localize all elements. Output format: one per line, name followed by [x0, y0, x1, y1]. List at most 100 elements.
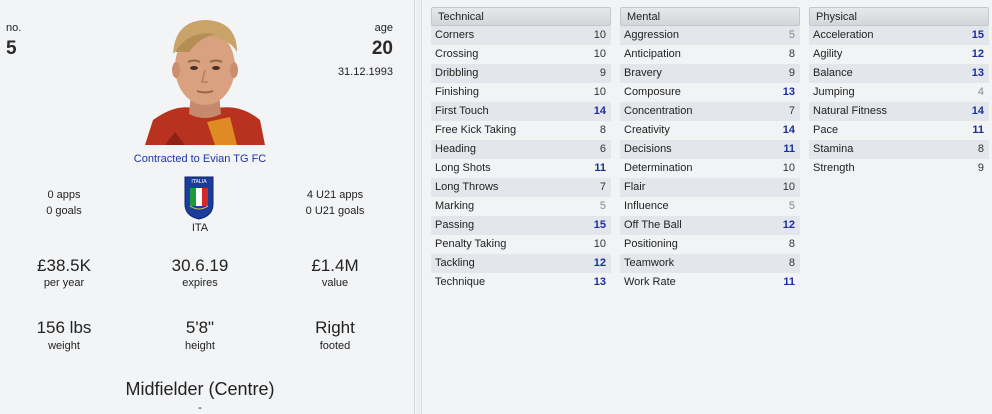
number-label: no. — [6, 22, 22, 34]
attribute-value: 8 — [788, 238, 795, 250]
attribute-value: 10 — [593, 48, 606, 60]
attribute-name: Aggression — [624, 29, 680, 41]
attribute-row: Technique 13 — [431, 273, 611, 292]
attribute-value: 8 — [599, 124, 606, 136]
attribute-name: First Touch — [435, 105, 489, 117]
number-value: 5 — [6, 38, 17, 59]
wage-label: per year — [43, 277, 85, 289]
height-label: height — [185, 340, 215, 352]
footed-label: footed — [319, 340, 351, 352]
expires-value: 30.6.19 — [171, 256, 229, 275]
attribute-row: Dribbling 9 — [431, 64, 611, 83]
attribute-row: Long Shots 11 — [431, 159, 611, 178]
attribute-name: Off The Ball — [624, 219, 682, 231]
attribute-name: Long Shots — [435, 162, 491, 174]
footed-value: Right — [315, 318, 355, 337]
attribute-row: Stamina 8 — [809, 140, 989, 159]
attribute-name: Finishing — [435, 86, 480, 98]
u21-apps-count: 4 U21 apps — [306, 189, 364, 201]
attribute-name: Flair — [624, 181, 646, 193]
technical-attributes: Technical Corners 10 Crossing 10 Dribbling 9 F… — [431, 7, 611, 292]
contract-link[interactable]: Contracted to Evian TG FC — [100, 153, 300, 165]
expires-label: expires — [182, 277, 218, 289]
attribute-row: Marking 5 — [431, 197, 611, 216]
attribute-value: 15 — [971, 29, 984, 41]
attribute-row: Acceleration 15 — [809, 26, 989, 45]
attribute-name: Creativity — [624, 124, 670, 136]
attribute-value: 10 — [593, 29, 606, 41]
attribute-name: Crossing — [435, 48, 479, 60]
attribute-name: Long Throws — [435, 181, 499, 193]
attribute-value: 12 — [782, 219, 795, 231]
attribute-name: Marking — [435, 200, 475, 212]
attribute-value: 15 — [593, 219, 606, 231]
attribute-name: Passing — [435, 219, 475, 231]
attribute-name: Composure — [624, 86, 681, 98]
attribute-name: Stamina — [813, 143, 854, 155]
attribute-value: 6 — [599, 143, 606, 155]
mental-header[interactable]: Mental — [620, 7, 800, 26]
panel-divider — [416, 0, 422, 414]
attribute-name: Work Rate — [624, 276, 676, 288]
weight-label: weight — [48, 340, 80, 352]
attribute-name: Agility — [813, 48, 843, 60]
attribute-value: 8 — [788, 48, 795, 60]
attribute-name: Tackling — [435, 257, 475, 269]
attribute-value: 7 — [788, 105, 795, 117]
attribute-name: Strength — [813, 162, 855, 174]
attribute-name: Anticipation — [624, 48, 681, 60]
attribute-row: Anticipation 8 — [620, 45, 800, 64]
attribute-row: Flair 10 — [620, 178, 800, 197]
attribute-row: Pace 11 — [809, 121, 989, 140]
flag-text: ITALIA — [191, 179, 207, 185]
attribute-row: Creativity 14 — [620, 121, 800, 140]
attribute-row: Composure 13 — [620, 83, 800, 102]
attribute-row: Determination 10 — [620, 159, 800, 178]
attribute-row: Teamwork 8 — [620, 254, 800, 273]
value-label: value — [321, 277, 349, 289]
height-value: 5'8" — [185, 318, 215, 337]
attribute-name: Pace — [813, 124, 839, 136]
attribute-name: Penalty Taking — [435, 238, 507, 250]
attribute-name: Corners — [435, 29, 475, 41]
age-label: age — [374, 22, 393, 34]
attribute-name: Dribbling — [435, 67, 479, 79]
attribute-value: 14 — [971, 105, 984, 117]
attribute-value: 5 — [599, 200, 606, 212]
attribute-value: 13 — [971, 67, 984, 79]
attribute-row: Decisions 11 — [620, 140, 800, 159]
attribute-value: 10 — [782, 181, 795, 193]
attribute-row: Off The Ball 12 — [620, 216, 800, 235]
attribute-row: Crossing 10 — [431, 45, 611, 64]
attribute-value: 10 — [593, 238, 606, 250]
attribute-name: Concentration — [624, 105, 693, 117]
attribute-row: Aggression 5 — [620, 26, 800, 45]
attribute-value: 13 — [782, 86, 795, 98]
attribute-row: Heading 6 — [431, 140, 611, 159]
position-sub: - — [198, 402, 202, 414]
age-value: 20 — [371, 38, 393, 59]
mental-attributes: Mental Aggression 5 Anticipation 8 Bravery 9 C… — [620, 7, 800, 292]
attribute-row: Positioning 8 — [620, 235, 800, 254]
player-photo — [145, 12, 265, 145]
attribute-name: Natural Fitness — [813, 105, 887, 117]
physical-header[interactable]: Physical — [809, 7, 989, 26]
technical-header[interactable]: Technical — [431, 7, 611, 26]
attribute-value: 12 — [593, 257, 606, 269]
attribute-row: Natural Fitness 14 — [809, 102, 989, 121]
attribute-row: Free Kick Taking 8 — [431, 121, 611, 140]
attribute-value: 7 — [599, 181, 606, 193]
attribute-row: Bravery 9 — [620, 64, 800, 83]
attribute-name: Free Kick Taking — [435, 124, 517, 136]
attribute-value: 10 — [593, 86, 606, 98]
date-of-birth: 31.12.1993 — [337, 66, 393, 78]
attribute-value: 8 — [788, 257, 795, 269]
physical-rows: Acceleration 15 Agility 12 Balance 13 Jumping 4… — [809, 26, 989, 178]
goals-count: 0 goals — [46, 205, 82, 217]
mental-rows: Aggression 5 Anticipation 8 Bravery 9 Composur… — [620, 26, 800, 292]
attribute-row: Corners 10 — [431, 26, 611, 45]
attribute-value: 4 — [977, 86, 984, 98]
attribute-value: 14 — [782, 124, 795, 136]
apps-count: 0 apps — [47, 189, 81, 201]
attribute-value: 5 — [788, 29, 795, 41]
